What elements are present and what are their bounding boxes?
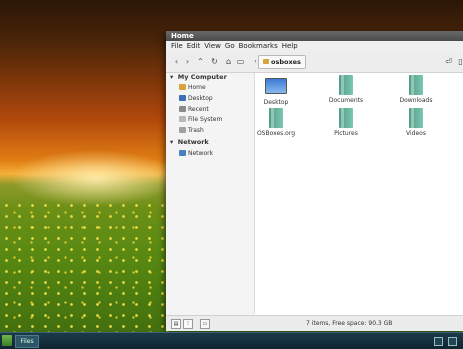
folder-icon <box>339 108 353 128</box>
sidebar-item-trash[interactable]: Trash <box>179 126 204 136</box>
show-tree-icon[interactable]: ⁝ <box>183 319 193 329</box>
file-item-downloads[interactable]: Downloads <box>388 75 444 104</box>
file-manager-window: Home File Edit View Go Bookmarks Help ‹ › ⌃ ↻… <box>166 31 463 331</box>
forward-icon[interactable]: › <box>182 56 193 68</box>
folder-icon <box>263 59 269 64</box>
sidebar-section-my-computer[interactable]: ▾ My Computer <box>170 73 227 81</box>
sidebar-item-home[interactable]: Home <box>179 83 206 93</box>
menubar: File Edit View Go Bookmarks Help <box>166 41 463 52</box>
menu-view[interactable]: View <box>204 42 221 50</box>
menu-edit[interactable]: Edit <box>187 42 201 50</box>
folder-icon <box>409 108 423 128</box>
file-item-documents[interactable]: Documents <box>318 75 374 104</box>
up-icon[interactable]: ⌃ <box>195 56 206 68</box>
network-icon <box>179 150 186 156</box>
file-item-videos[interactable]: Videos <box>388 108 444 137</box>
desktop-icon <box>265 78 287 94</box>
sidebar-item-network[interactable]: Network <box>179 149 213 159</box>
taskbar: Files <box>0 332 463 349</box>
breadcrumb[interactable]: osboxes <box>258 55 306 69</box>
status-text: 7 items, Free space: 90.3 GB <box>306 320 393 327</box>
folder-icon <box>339 75 353 95</box>
show-places-icon[interactable]: ▤ <box>171 319 181 329</box>
computer-icon[interactable]: ▭ <box>235 56 246 68</box>
menu-go[interactable]: Go <box>225 42 235 50</box>
sidebar-item-recent[interactable]: Recent <box>179 105 209 115</box>
menu-file[interactable]: File <box>171 42 183 50</box>
drive-icon <box>179 116 186 122</box>
path-toggle-icon[interactable]: ⏎ <box>443 56 454 68</box>
home-icon <box>179 84 186 90</box>
trash-icon <box>179 127 186 133</box>
split-view-icon[interactable]: ▯ <box>455 56 463 68</box>
desktop-icon <box>179 95 186 101</box>
home-icon[interactable]: ⌂ <box>223 56 234 68</box>
taskbar-item-files[interactable]: Files <box>15 335 39 348</box>
menu-help[interactable]: Help <box>282 42 298 50</box>
breadcrumb-label: osboxes <box>271 58 301 66</box>
menu-bookmarks[interactable]: Bookmarks <box>239 42 278 50</box>
sidebar-item-desktop[interactable]: Desktop <box>179 94 213 104</box>
statusbar: ▤ ⁝ ▭ 7 items, Free space: 90.3 GB <box>166 315 463 331</box>
sidebar-section-network[interactable]: ▾ Network <box>170 138 209 146</box>
sidebar-item-file-system[interactable]: File System <box>179 115 222 125</box>
hide-sidebar-icon[interactable]: ▭ <box>200 319 210 329</box>
file-item-desktop[interactable]: Desktop <box>248 75 304 106</box>
file-item-pictures[interactable]: Pictures <box>318 108 374 137</box>
workspace-icon[interactable] <box>434 337 443 346</box>
reload-icon[interactable]: ↻ <box>209 56 220 68</box>
recent-icon <box>179 106 186 112</box>
file-item-osboxes[interactable]: OSBoxes.org <box>248 108 304 137</box>
toolbar: ‹ › ⌃ ↻ ⌂ ▭ ‹ osboxes ⏎ ▯ <box>166 52 463 73</box>
back-icon[interactable]: ‹ <box>171 56 182 68</box>
folder-icon <box>269 108 283 128</box>
file-view[interactable]: Desktop Documents Downloads OSBoxes.org … <box>255 73 463 315</box>
start-menu-icon[interactable] <box>2 335 12 346</box>
wallpaper-flowers <box>0 200 170 332</box>
window-title[interactable]: Home <box>166 31 463 41</box>
sidebar: ▾ My Computer Home Desktop Recent File S… <box>166 73 255 313</box>
show-desktop-icon[interactable] <box>448 337 457 346</box>
folder-icon <box>409 75 423 95</box>
